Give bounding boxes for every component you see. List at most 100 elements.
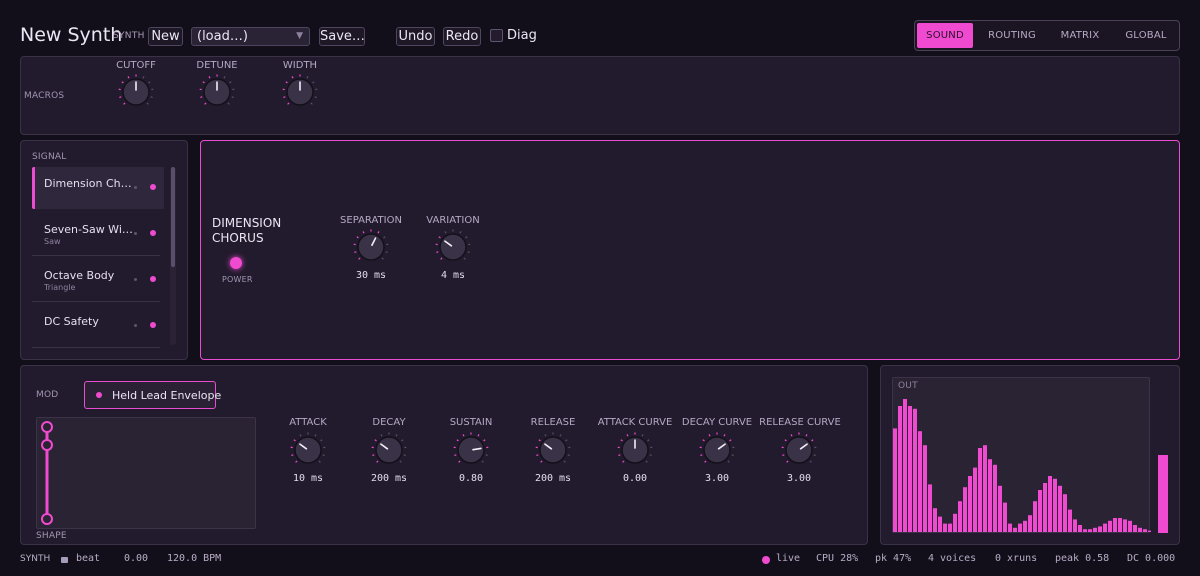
knob-tick bbox=[567, 454, 570, 456]
mod-source-chip[interactable]: Held Lead Envelope bbox=[84, 381, 221, 409]
status-cpu: CPU 28% bbox=[816, 553, 859, 564]
tab-matrix[interactable]: MATRIX bbox=[1051, 23, 1109, 48]
signal-item-name: Octave Body bbox=[44, 269, 115, 282]
effect-title: DIMENSION CHORUS bbox=[212, 216, 281, 246]
redo-button[interactable]: Redo bbox=[443, 27, 481, 46]
live-indicator-icon bbox=[762, 556, 770, 564]
knob-tick bbox=[374, 439, 377, 442]
envelope-peak-handle[interactable] bbox=[41, 421, 53, 433]
undo-button[interactable]: Undo bbox=[396, 27, 435, 46]
spectrum-bar bbox=[1053, 478, 1057, 532]
knob-tick bbox=[463, 257, 466, 260]
envelope-sustain-handle[interactable] bbox=[41, 439, 53, 451]
release-knob[interactable] bbox=[535, 432, 571, 468]
effect-panel bbox=[200, 140, 1180, 360]
spectrum-bar bbox=[938, 516, 942, 532]
knob-tick bbox=[146, 102, 149, 105]
knob-tick bbox=[320, 439, 323, 442]
diag-checkbox[interactable] bbox=[490, 29, 503, 42]
cutoff-knob[interactable] bbox=[118, 74, 154, 110]
spectrum-bar bbox=[943, 523, 947, 532]
signal-indicator-active bbox=[150, 230, 156, 236]
separation-label: SEPARATION bbox=[340, 215, 402, 226]
spectrum-bar bbox=[978, 448, 982, 532]
tab-global[interactable]: GLOBAL bbox=[1117, 23, 1175, 48]
release-curve-knob[interactable] bbox=[781, 432, 817, 468]
signal-item-sub: Triangle bbox=[44, 283, 76, 292]
spectrum-bar bbox=[1073, 519, 1077, 532]
power-toggle[interactable] bbox=[230, 257, 242, 269]
variation-knob[interactable] bbox=[435, 229, 471, 265]
signal-item-octave-body[interactable]: Octave Body Triangle bbox=[32, 259, 164, 301]
mod-source-indicator bbox=[96, 392, 102, 398]
signal-indicator-dim bbox=[134, 324, 137, 327]
knob-tick bbox=[731, 454, 734, 456]
synth-tag: SYNTH bbox=[113, 31, 145, 41]
width-label: WIDTH bbox=[282, 60, 318, 71]
knob-tick bbox=[727, 460, 730, 463]
knob-tick bbox=[127, 76, 130, 79]
decay-label: DECAY bbox=[372, 417, 406, 428]
signal-item-dimension-chorus[interactable]: Dimension Ch… bbox=[32, 167, 164, 209]
separation-knob[interactable] bbox=[353, 229, 389, 265]
output-spectrum: OUT bbox=[892, 377, 1151, 533]
new-button[interactable]: New bbox=[148, 27, 183, 46]
attack-curve-label: ATTACK CURVE bbox=[597, 417, 673, 428]
spectrum-bar bbox=[933, 508, 937, 532]
spectrum-bar bbox=[1013, 527, 1017, 532]
knob-tick bbox=[809, 460, 812, 463]
load-preset-value: (load…) bbox=[197, 29, 248, 44]
decay-curve-value: 3.00 bbox=[704, 473, 730, 484]
decay-curve-knob[interactable] bbox=[699, 432, 735, 468]
signal-item-sub: Saw bbox=[44, 237, 61, 246]
knob-tick bbox=[456, 439, 459, 442]
knob-body bbox=[439, 233, 467, 261]
knob-tick bbox=[229, 81, 232, 84]
signal-indicator-active bbox=[150, 322, 156, 328]
signal-scroll-thumb[interactable] bbox=[171, 167, 175, 267]
signal-item-dc-safety[interactable]: DC Safety bbox=[32, 305, 164, 347]
signal-item-seven-saw[interactable]: Seven-Saw Wi… Saw bbox=[32, 213, 164, 255]
status-live: live bbox=[776, 553, 801, 564]
knob-tick bbox=[641, 434, 644, 437]
envelope-shape-plot bbox=[41, 421, 53, 525]
knob-tick bbox=[119, 96, 122, 98]
envelope-end-handle[interactable] bbox=[41, 513, 53, 525]
knob-tick bbox=[287, 102, 290, 105]
knob-tick bbox=[438, 236, 441, 239]
knob-body bbox=[539, 436, 567, 464]
knob-tick bbox=[395, 434, 398, 437]
divider bbox=[32, 347, 160, 348]
attack-curve-knob[interactable] bbox=[617, 432, 653, 468]
width-knob[interactable] bbox=[282, 74, 318, 110]
spectrum-bar bbox=[948, 523, 952, 532]
status-peak: peak 0.58 bbox=[1055, 553, 1110, 564]
sustain-knob[interactable] bbox=[453, 432, 489, 468]
mod-label: MOD bbox=[36, 390, 59, 400]
decay-knob[interactable] bbox=[371, 432, 407, 468]
spectrum-bar bbox=[1113, 518, 1117, 532]
detune-knob[interactable] bbox=[199, 74, 235, 110]
signal-item-name: DC Safety bbox=[44, 315, 99, 328]
tab-sound[interactable]: SOUND bbox=[917, 23, 973, 48]
spectrum-bar bbox=[1078, 525, 1082, 532]
load-preset-select[interactable]: (load…) ▼ bbox=[191, 27, 310, 46]
knob-tick bbox=[790, 434, 793, 437]
tab-routing[interactable]: ROUTING bbox=[981, 23, 1043, 48]
knob-tick bbox=[467, 251, 470, 253]
macros-label: MACROS bbox=[24, 91, 65, 101]
knob-tick bbox=[403, 454, 406, 456]
attack-knob[interactable] bbox=[290, 432, 326, 468]
spectrum-bar bbox=[1028, 515, 1032, 532]
knob-tick bbox=[436, 251, 439, 253]
knob-tick bbox=[380, 434, 383, 437]
knob-tick bbox=[223, 76, 226, 79]
spectrum-bar bbox=[913, 408, 917, 532]
power-label: POWER bbox=[222, 275, 253, 284]
knob-body bbox=[785, 436, 813, 464]
knob-tick bbox=[626, 434, 629, 437]
knob-tick bbox=[385, 251, 388, 253]
knob-tick bbox=[354, 251, 357, 253]
envelope-shape-editor[interactable] bbox=[36, 417, 256, 529]
save-button[interactable]: Save… bbox=[319, 27, 365, 46]
